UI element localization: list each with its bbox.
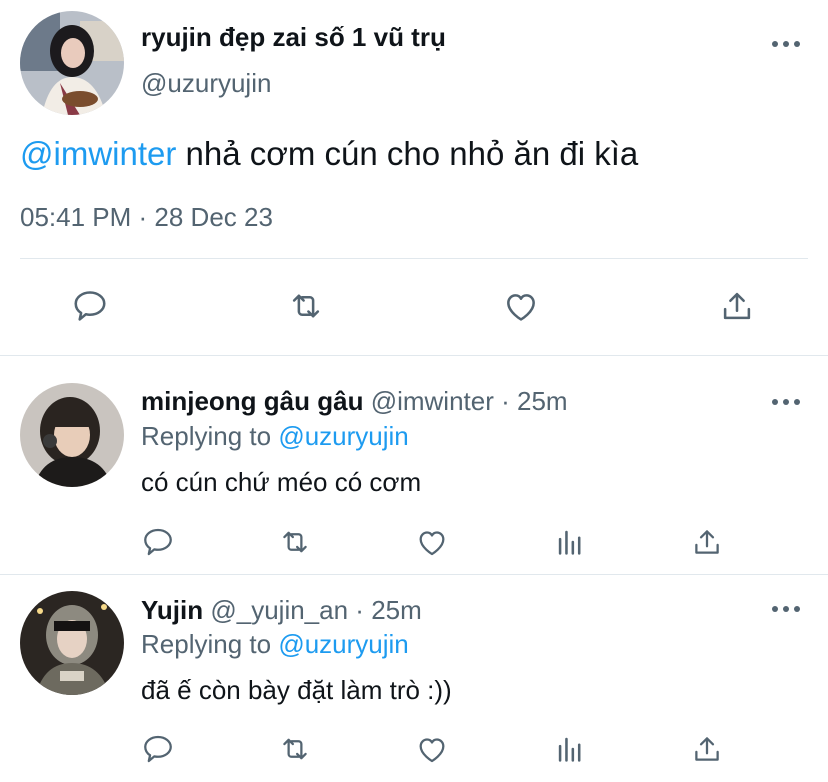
retweet-icon[interactable] xyxy=(275,729,315,769)
retweet-icon[interactable] xyxy=(275,522,315,562)
views-icon[interactable] xyxy=(550,729,590,769)
mention-link[interactable]: @uzuryujin xyxy=(278,629,408,659)
share-icon[interactable] xyxy=(717,286,757,326)
avatar[interactable] xyxy=(20,591,124,695)
like-icon[interactable] xyxy=(412,729,452,769)
display-name[interactable]: Yujin xyxy=(141,595,203,625)
reply-text: có cún chứ méo có cơm xyxy=(141,467,422,497)
main-tweet: ryujin đẹp zai số 1 vũ trụ @uzuryujin @i… xyxy=(0,0,828,356)
display-name[interactable]: ryujin đẹp zai số 1 vũ trụ xyxy=(141,22,446,53)
mention-link[interactable]: @imwinter xyxy=(20,135,176,172)
display-name[interactable]: minjeong gâu gâu xyxy=(141,386,363,416)
reply-icon[interactable] xyxy=(138,522,178,562)
more-options-icon[interactable] xyxy=(772,603,800,615)
replying-to: Replying to @uzuryujin xyxy=(141,421,409,452)
reply-tweet[interactable]: Yujin @_yujin_an · 25m Replying to @uzur… xyxy=(0,575,828,782)
timestamp[interactable]: 05:41 PM · 28 Dec 23 xyxy=(20,202,273,233)
reply-time[interactable]: 25m xyxy=(517,386,568,416)
avatar[interactable] xyxy=(20,11,124,115)
tweet-body: nhả cơm cún cho nhỏ ăn đi kìa xyxy=(176,135,639,172)
reply-header: minjeong gâu gâu @imwinter · 25m xyxy=(141,386,568,417)
replying-prefix: Replying to xyxy=(141,629,279,659)
handle[interactable]: @_yujin_an xyxy=(210,595,348,625)
handle[interactable]: @uzuryujin xyxy=(141,68,271,99)
separator: · xyxy=(493,386,517,416)
replying-to: Replying to @uzuryujin xyxy=(141,629,409,660)
more-options-icon[interactable] xyxy=(772,396,800,408)
like-icon[interactable] xyxy=(501,286,541,326)
tweet-text: @imwinter nhả cơm cún cho nhỏ ăn đi kìa xyxy=(20,135,638,173)
reply-icon[interactable] xyxy=(70,286,110,326)
more-options-icon[interactable] xyxy=(772,38,800,50)
avatar[interactable] xyxy=(20,383,124,487)
replying-prefix: Replying to xyxy=(141,421,279,451)
share-icon[interactable] xyxy=(687,729,727,769)
handle[interactable]: @imwinter xyxy=(371,386,494,416)
reply-text: đã ế còn bày đặt làm trò :)) xyxy=(141,675,452,705)
mention-link[interactable]: @uzuryujin xyxy=(278,421,408,451)
divider xyxy=(20,258,808,259)
reply-icon[interactable] xyxy=(138,729,178,769)
reply-time[interactable]: 25m xyxy=(371,595,422,625)
reply-tweet[interactable]: minjeong gâu gâu @imwinter · 25m Replyin… xyxy=(0,356,828,574)
views-icon[interactable] xyxy=(550,522,590,562)
like-icon[interactable] xyxy=(412,522,452,562)
reply-header: Yujin @_yujin_an · 25m xyxy=(141,595,422,626)
retweet-icon[interactable] xyxy=(286,286,326,326)
share-icon[interactable] xyxy=(687,522,727,562)
separator: · xyxy=(348,595,372,625)
